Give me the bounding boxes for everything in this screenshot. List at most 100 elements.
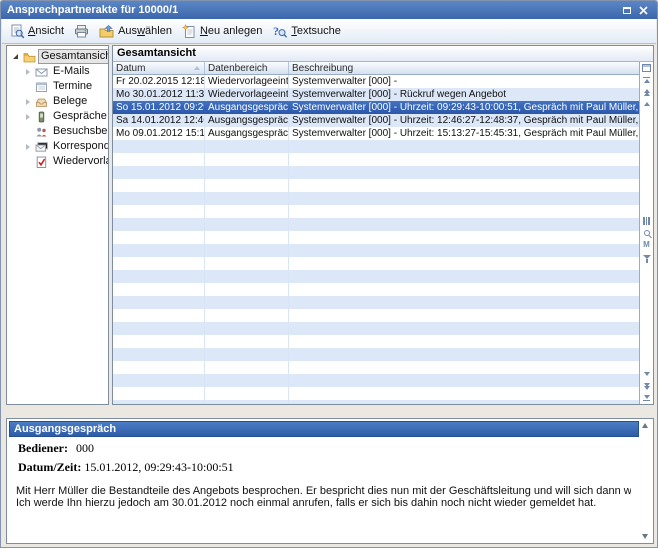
cell-beschreibung — [289, 179, 639, 192]
cell-beschreibung — [289, 309, 639, 322]
scroll-next-icon — [644, 372, 650, 376]
auswaehlen-button[interactable]: Auswählen — [96, 22, 177, 41]
auswaehlen-label: Aus — [118, 25, 137, 37]
cell-datenbereich — [205, 322, 289, 335]
cell-beschreibung — [289, 348, 639, 361]
sort-ascending-icon — [194, 66, 200, 70]
text-size-button[interactable]: M — [640, 239, 653, 251]
cell-datum — [113, 348, 205, 361]
table-row[interactable]: Mo 30.01.2012 11:30WiedervorlageeintragS… — [113, 88, 639, 101]
tree-collapsed-arrow-icon[interactable] — [23, 99, 32, 105]
textsuche-button[interactable]: ? Textsuche — [269, 22, 346, 41]
tree-item-e-mails[interactable]: E-Mails — [7, 64, 108, 79]
column-header-datenbereich[interactable]: Datenbereich — [205, 62, 289, 74]
cell-datenbereich: Ausgangsgespräch — [205, 114, 289, 127]
table-row-empty — [113, 270, 639, 283]
tree-item-termine[interactable]: Termine — [7, 79, 108, 94]
cell-datenbereich — [205, 166, 289, 179]
table-row[interactable]: Fr 20.02.2015 12:18WiedervorlageeintragS… — [113, 75, 639, 88]
scroll-next-page-button[interactable] — [640, 380, 653, 392]
scroll-first-button[interactable] — [640, 74, 653, 86]
tree-collapsed-arrow-icon[interactable] — [23, 144, 32, 150]
scroll-last-button[interactable] — [640, 392, 653, 404]
cell-beschreibung: Systemverwalter [000] - Rückruf wegen An… — [289, 88, 639, 101]
svg-text:?: ? — [273, 24, 279, 38]
neu-anlegen-button[interactable]: Neu anlegen — [179, 22, 267, 41]
cell-beschreibung — [289, 244, 639, 257]
cell-beschreibung — [289, 296, 639, 309]
tree-item-korrespondenzen[interactable]: Korrespondenzen — [7, 139, 108, 154]
table-row-empty — [113, 140, 639, 153]
table-row-empty — [113, 387, 639, 400]
cell-datenbereich — [205, 283, 289, 296]
table-row-empty — [113, 283, 639, 296]
cell-datenbereich — [205, 218, 289, 231]
table-row[interactable]: So 15.01.2012 09:29AusgangsgesprächSyste… — [113, 101, 639, 114]
cell-datum: Mo 09.01.2012 15:13 — [113, 127, 205, 140]
cell-beschreibung: Systemverwalter [000] - Uhrzeit: 09:29:4… — [289, 101, 639, 114]
scroll-prev-button[interactable] — [640, 98, 653, 110]
ansicht-button[interactable]: Ansicht — [7, 22, 69, 41]
cell-beschreibung — [289, 374, 639, 387]
scroll-down-icon[interactable] — [642, 534, 648, 539]
cell-datenbereich — [205, 400, 289, 404]
detail-panel: Ausgangsgespräch Bediener: 000 Datum/Zei… — [6, 418, 654, 544]
column-header-datum[interactable]: Datum — [113, 62, 205, 74]
field-value: 15.01.2012, 09:29:43-10:00:51 — [84, 460, 233, 474]
tree-item-belege[interactable]: Belege — [7, 94, 108, 109]
cell-datenbereich — [205, 192, 289, 205]
calendar-icon — [34, 81, 48, 93]
tree-item-gesamtansicht[interactable]: Gesamtansicht — [7, 49, 108, 64]
tree-item-wiedervorlagen[interactable]: Wiedervorlagen — [7, 154, 108, 169]
cell-beschreibung — [289, 335, 639, 348]
table-row-empty — [113, 335, 639, 348]
table-row-empty — [113, 166, 639, 179]
field-label: Datum/Zeit: — [18, 461, 81, 474]
text-search-icon: ? — [272, 24, 288, 39]
cell-beschreibung — [289, 283, 639, 296]
restore-button[interactable] — [619, 4, 634, 17]
close-button[interactable] — [636, 4, 651, 17]
tree-item-besuchsberichte[interactable]: Besuchsberichte — [7, 124, 108, 139]
grid-header-row: Datum Datenbereich Beschreibung — [113, 62, 639, 75]
close-icon — [639, 6, 648, 15]
tree-item-label: Korrespondenzen — [51, 140, 109, 153]
view-columns-button[interactable] — [640, 215, 653, 227]
cell-datenbereich — [205, 270, 289, 283]
print-button[interactable] — [71, 22, 94, 41]
column-header-beschreibung[interactable]: Beschreibung — [289, 62, 639, 74]
task-check-icon — [34, 156, 48, 168]
table-row-empty — [113, 179, 639, 192]
table-row[interactable]: Sa 14.01.2012 12:46AusgangsgesprächSyste… — [113, 114, 639, 127]
detail-title: Ausgangsgespräch — [9, 421, 639, 437]
tree-item-label: E-Mails — [51, 65, 92, 78]
tree-expanded-arrow-icon[interactable] — [11, 54, 20, 59]
detail-body-line: Ich werde Ihn hierzu jedoch am 30.01.201… — [16, 498, 631, 510]
records-grid: Datum Datenbereich Beschreibung Fr 20.02… — [113, 62, 639, 404]
cell-datum — [113, 192, 205, 205]
tree-collapsed-arrow-icon[interactable] — [23, 69, 32, 75]
search-button[interactable] — [640, 227, 653, 239]
scroll-prev-page-button[interactable] — [640, 86, 653, 98]
table-row[interactable]: Mo 09.01.2012 15:13AusgangsgesprächSyste… — [113, 127, 639, 140]
cell-datum — [113, 140, 205, 153]
cell-datenbereich: Wiedervorlageeintrag — [205, 75, 289, 88]
table-row-empty — [113, 361, 639, 374]
filter-button[interactable] — [640, 251, 653, 263]
table-row-empty — [113, 192, 639, 205]
scroll-first-icon — [643, 77, 650, 79]
tree-item-label: Wiedervorlagen — [51, 155, 109, 168]
cell-datum — [113, 296, 205, 309]
tree-collapsed-arrow-icon[interactable] — [23, 114, 32, 120]
field-value: 000 — [76, 441, 94, 455]
cell-datum — [113, 179, 205, 192]
column-chooser-button[interactable] — [640, 62, 653, 74]
cell-datum: So 15.01.2012 09:29 — [113, 101, 205, 114]
tree-item-gespr-che[interactable]: Gespräche — [7, 109, 108, 124]
cell-datum: Fr 20.02.2015 12:18 — [113, 75, 205, 88]
cell-datenbereich — [205, 179, 289, 192]
cell-datenbereich — [205, 374, 289, 387]
receipts-icon — [34, 96, 48, 108]
scroll-up-icon[interactable] — [642, 423, 648, 428]
scroll-next-button[interactable] — [640, 368, 653, 380]
